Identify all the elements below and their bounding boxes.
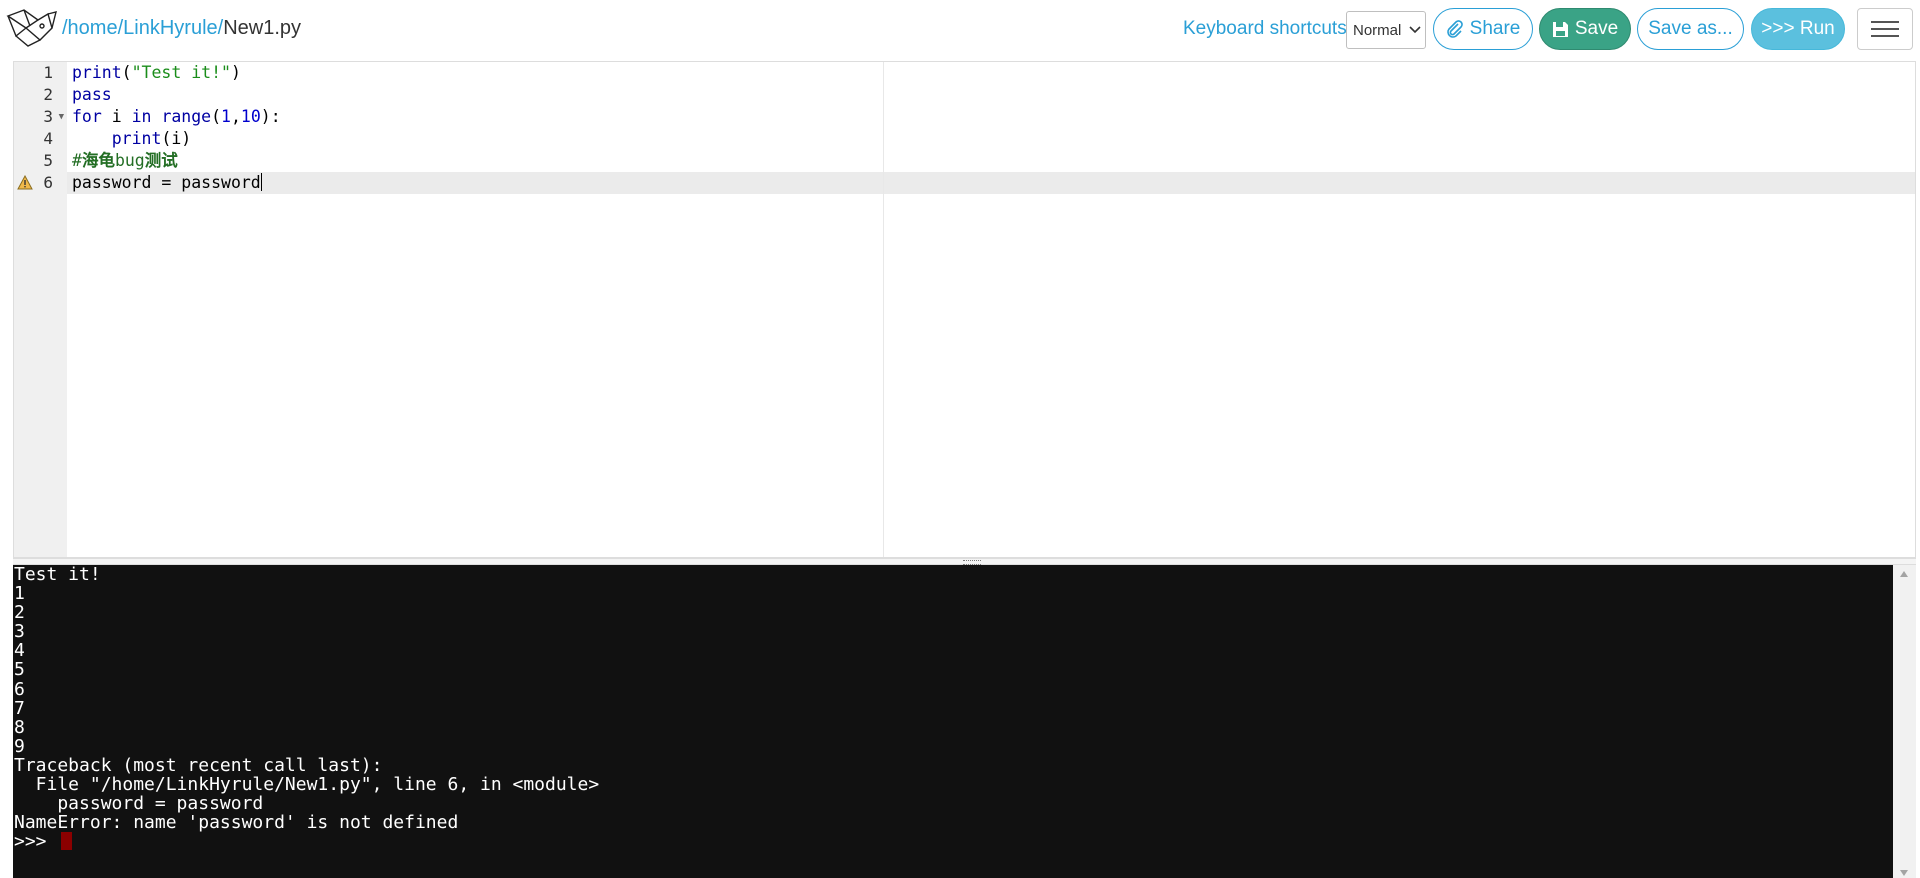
code-editor[interactable]: 1 2 3 ▼ 4 5 6 print("Test it!") pass for … [13,61,1916,558]
code-line: #海龟bug测试 [72,151,178,170]
code-line: pass [72,85,112,104]
line-number: 4 [43,129,53,148]
code-line: print(i) [111,129,192,148]
console-scrollbar[interactable] [1893,565,1916,878]
breadcrumb-file: New1.py [223,17,302,39]
breadcrumb-user[interactable]: LinkHyrule [123,17,217,39]
save-button-label: Save [1574,18,1619,39]
line-number: 1 [43,63,53,82]
console-prompt: >>> [14,831,58,853]
line-number: 5 [43,151,53,170]
keyboard-mode-select[interactable]: Normal [1346,11,1426,49]
breadcrumb: /home/LinkHyrule/New1.py [62,17,301,40]
line-number: 6 [14,172,67,194]
breadcrumb-home[interactable]: /home [62,17,118,39]
scroll-up-icon[interactable] [1900,571,1908,577]
line-number: 2 [43,85,53,104]
terminal-cursor [61,832,73,851]
hamburger-menu-icon[interactable] [1857,8,1913,50]
code-line: for i in range(1,10): [72,107,281,126]
fold-arrow-icon[interactable]: ▼ [59,106,64,128]
scroll-down-icon[interactable] [1900,870,1908,876]
pythonanywhere-logo[interactable] [4,6,58,50]
run-button-label: >>> Run [1761,18,1835,39]
chevron-down-icon [1409,26,1421,34]
share-button[interactable]: Share [1433,8,1533,50]
console-output[interactable]: Test it! 1 2 3 4 5 6 7 8 9 Traceback (mo… [13,565,1893,878]
console-text: Test it! 1 2 3 4 5 6 7 8 9 Traceback (mo… [14,565,600,853]
run-button[interactable]: >>> Run [1751,8,1845,50]
save-button[interactable]: Save [1539,8,1631,50]
share-button-label: Share [1469,18,1521,39]
warning-icon[interactable] [17,175,33,190]
floppy-disk-icon [1552,21,1568,37]
active-line-highlight [14,172,1915,194]
line-number: 3 ▼ [43,106,64,128]
paperclip-icon [1446,20,1463,38]
keyboard-shortcuts-label: Keyboard shortcuts: [1183,18,1352,39]
text-cursor [260,173,262,191]
code-line: print("Test it!") [72,63,241,82]
save-as-button[interactable]: Save as... [1637,8,1744,50]
top-bar: /home/LinkHyrule/New1.py Keyboard shortc… [0,0,1920,58]
keyboard-mode-value: Normal [1353,21,1402,39]
code-line: password = password [72,173,262,192]
save-as-button-label: Save as... [1648,18,1733,39]
print-margin [883,62,884,557]
pane-splitter[interactable] [13,558,1916,565]
